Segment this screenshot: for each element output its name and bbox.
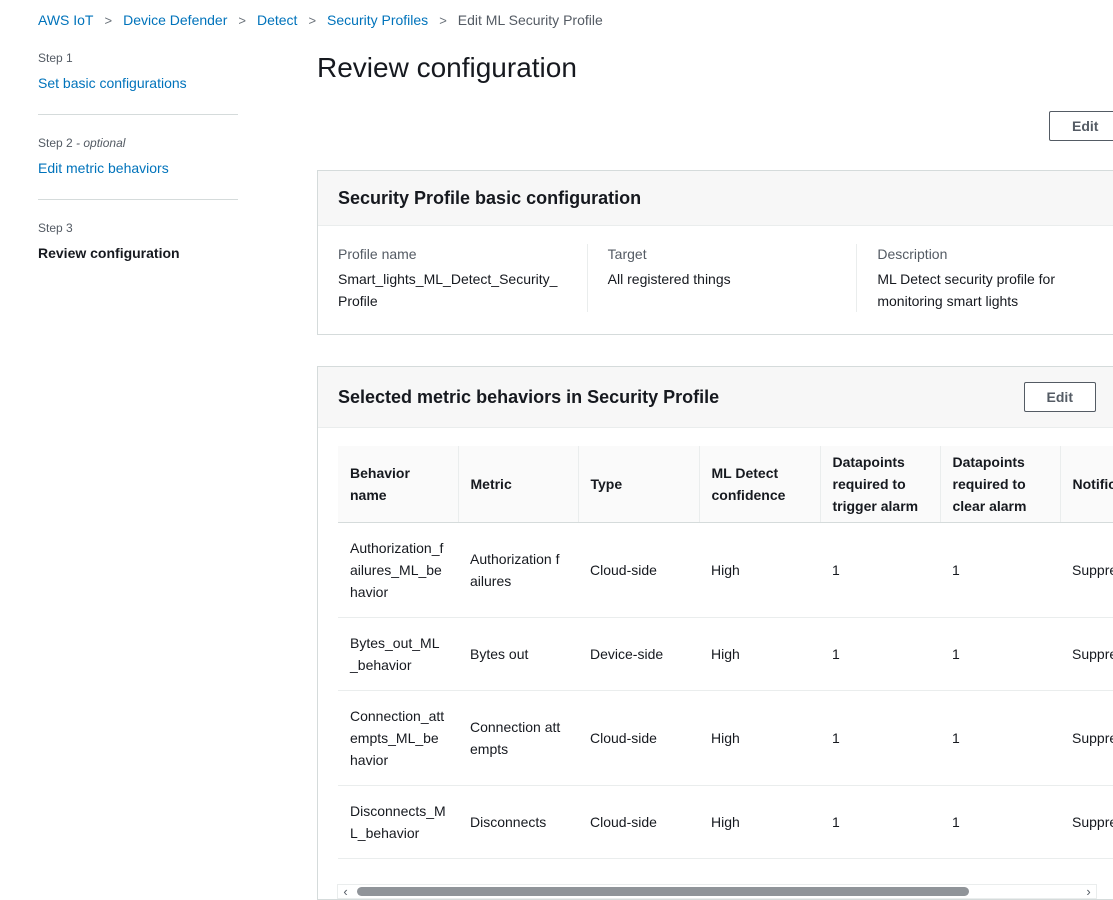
cell-datapoints-clear: 1 [940, 523, 1060, 618]
cell-notifications: Suppressed [1060, 786, 1113, 859]
metric-behaviors-card-title: Selected metric behaviors in Security Pr… [338, 385, 719, 409]
profile-name-value: Smart_lights_ML_Detect_Security_Profile [338, 268, 567, 312]
basic-configuration-card: Security Profile basic configuration Pro… [317, 170, 1113, 335]
basic-configuration-card-header: Security Profile basic configuration [318, 171, 1113, 226]
cell-confidence: High [699, 618, 820, 691]
breadcrumb-link-aws-iot[interactable]: AWS IoT [38, 12, 94, 28]
sidebar-item-set-basic-configurations[interactable]: Set basic configurations [38, 74, 238, 92]
column-header-ml-detect-confidence: ML Detect confidence [699, 446, 820, 523]
breadcrumb-link-security-profiles[interactable]: Security Profiles [327, 12, 428, 28]
step-3-eyebrow: Step 3 [38, 220, 238, 236]
cell-metric: Disconnects [458, 786, 578, 859]
breadcrumb-link-detect[interactable]: Detect [257, 12, 297, 28]
breadcrumb-current-page: Edit ML Security Profile [458, 12, 603, 28]
cell-metric: Connection attempts [458, 691, 578, 786]
cell-behavior-name: Bytes_out_ML_behavior [338, 618, 458, 691]
step-2-optional-tag: - optional [76, 136, 125, 150]
cell-datapoints-trigger: 1 [820, 618, 940, 691]
cell-type: Cloud-side [578, 691, 699, 786]
breadcrumb-separator-icon: > [308, 13, 316, 28]
cell-notifications: Suppressed [1060, 618, 1113, 691]
breadcrumb-separator-icon: > [439, 13, 447, 28]
step-2-eyebrow: Step 2 - optional [38, 135, 238, 151]
cell-datapoints-trigger: 1 [820, 786, 940, 859]
cell-notifications: Suppressed [1060, 523, 1113, 618]
description-label: Description [877, 244, 1106, 264]
description-field: Description ML Detect security profile f… [856, 244, 1113, 312]
behaviors-table-wrapper: Behavior name Metric Type ML Detect conf… [338, 446, 1113, 859]
cell-datapoints-clear: 1 [940, 691, 1060, 786]
scroll-right-icon[interactable]: › [1081, 885, 1096, 898]
edit-basic-configuration-button[interactable]: Edit [1049, 111, 1113, 141]
behaviors-table: Behavior name Metric Type ML Detect conf… [338, 446, 1113, 859]
cell-datapoints-clear: 1 [940, 618, 1060, 691]
step-1-eyebrow: Step 1 [38, 50, 238, 66]
profile-name-label: Profile name [338, 244, 567, 264]
cell-datapoints-trigger: 1 [820, 691, 940, 786]
edit-metric-behaviors-button[interactable]: Edit [1024, 382, 1096, 412]
target-field: Target All registered things [587, 244, 857, 312]
table-row: Authorization_failures_ML_behavior Autho… [338, 523, 1113, 618]
cell-confidence: High [699, 691, 820, 786]
sidebar-divider [38, 199, 238, 200]
column-header-datapoints-trigger: Datapoints required to trigger alarm [820, 446, 940, 523]
cell-notifications: Suppressed [1060, 691, 1113, 786]
description-value: ML Detect security profile for monitorin… [877, 268, 1106, 312]
basic-configuration-fields: Profile name Smart_lights_ML_Detect_Secu… [318, 226, 1113, 334]
cell-type: Cloud-side [578, 786, 699, 859]
metric-behaviors-card-header: Selected metric behaviors in Security Pr… [318, 367, 1113, 428]
cell-datapoints-clear: 1 [940, 786, 1060, 859]
table-row: Disconnects_ML_behavior Disconnects Clou… [338, 786, 1113, 859]
column-header-datapoints-clear: Datapoints required to clear alarm [940, 446, 1060, 523]
wizard-step-3: Step 3 Review configuration [38, 220, 238, 262]
breadcrumb-link-device-defender[interactable]: Device Defender [123, 12, 227, 28]
profile-name-field: Profile name Smart_lights_ML_Detect_Secu… [338, 244, 587, 312]
breadcrumb: AWS IoT > Device Defender > Detect > Sec… [38, 12, 603, 28]
page-title: Review configuration [317, 52, 577, 84]
cell-behavior-name: Disconnects_ML_behavior [338, 786, 458, 859]
scrollbar-track[interactable] [353, 885, 1081, 898]
table-row: Bytes_out_ML_behavior Bytes out Device-s… [338, 618, 1113, 691]
target-label: Target [608, 244, 837, 264]
breadcrumb-separator-icon: > [105, 13, 113, 28]
cell-confidence: High [699, 786, 820, 859]
cell-metric: Bytes out [458, 618, 578, 691]
column-header-metric: Metric [458, 446, 578, 523]
metric-behaviors-card: Selected metric behaviors in Security Pr… [317, 366, 1113, 900]
sidebar-item-review-configuration-current: Review configuration [38, 244, 238, 262]
wizard-step-2: Step 2 - optional Edit metric behaviors [38, 135, 238, 177]
cell-behavior-name: Connection_attempts_ML_behavior [338, 691, 458, 786]
cell-datapoints-trigger: 1 [820, 523, 940, 618]
table-row: Connection_attempts_ML_behavior Connecti… [338, 691, 1113, 786]
column-header-notifications: Notifications [1060, 446, 1113, 523]
table-horizontal-scrollbar[interactable]: ‹ › [337, 884, 1097, 899]
scrollbar-thumb[interactable] [357, 887, 969, 896]
breadcrumb-separator-icon: > [238, 13, 246, 28]
column-header-behavior-name: Behavior name [338, 446, 458, 523]
basic-configuration-card-title: Security Profile basic configuration [338, 186, 641, 210]
scroll-left-icon[interactable]: ‹ [338, 885, 353, 898]
table-header-row: Behavior name Metric Type ML Detect conf… [338, 446, 1113, 523]
cell-confidence: High [699, 523, 820, 618]
cell-metric: Authorization failures [458, 523, 578, 618]
column-header-type: Type [578, 446, 699, 523]
cell-behavior-name: Authorization_failures_ML_behavior [338, 523, 458, 618]
cell-type: Cloud-side [578, 523, 699, 618]
sidebar-divider [38, 114, 238, 115]
wizard-steps-sidebar: Step 1 Set basic configurations Step 2 -… [38, 50, 238, 262]
sidebar-item-edit-metric-behaviors[interactable]: Edit metric behaviors [38, 159, 238, 177]
wizard-step-1: Step 1 Set basic configurations [38, 50, 238, 92]
target-value: All registered things [608, 268, 837, 290]
edit-ml-security-profile-page: AWS IoT > Device Defender > Detect > Sec… [0, 0, 1113, 900]
cell-type: Device-side [578, 618, 699, 691]
